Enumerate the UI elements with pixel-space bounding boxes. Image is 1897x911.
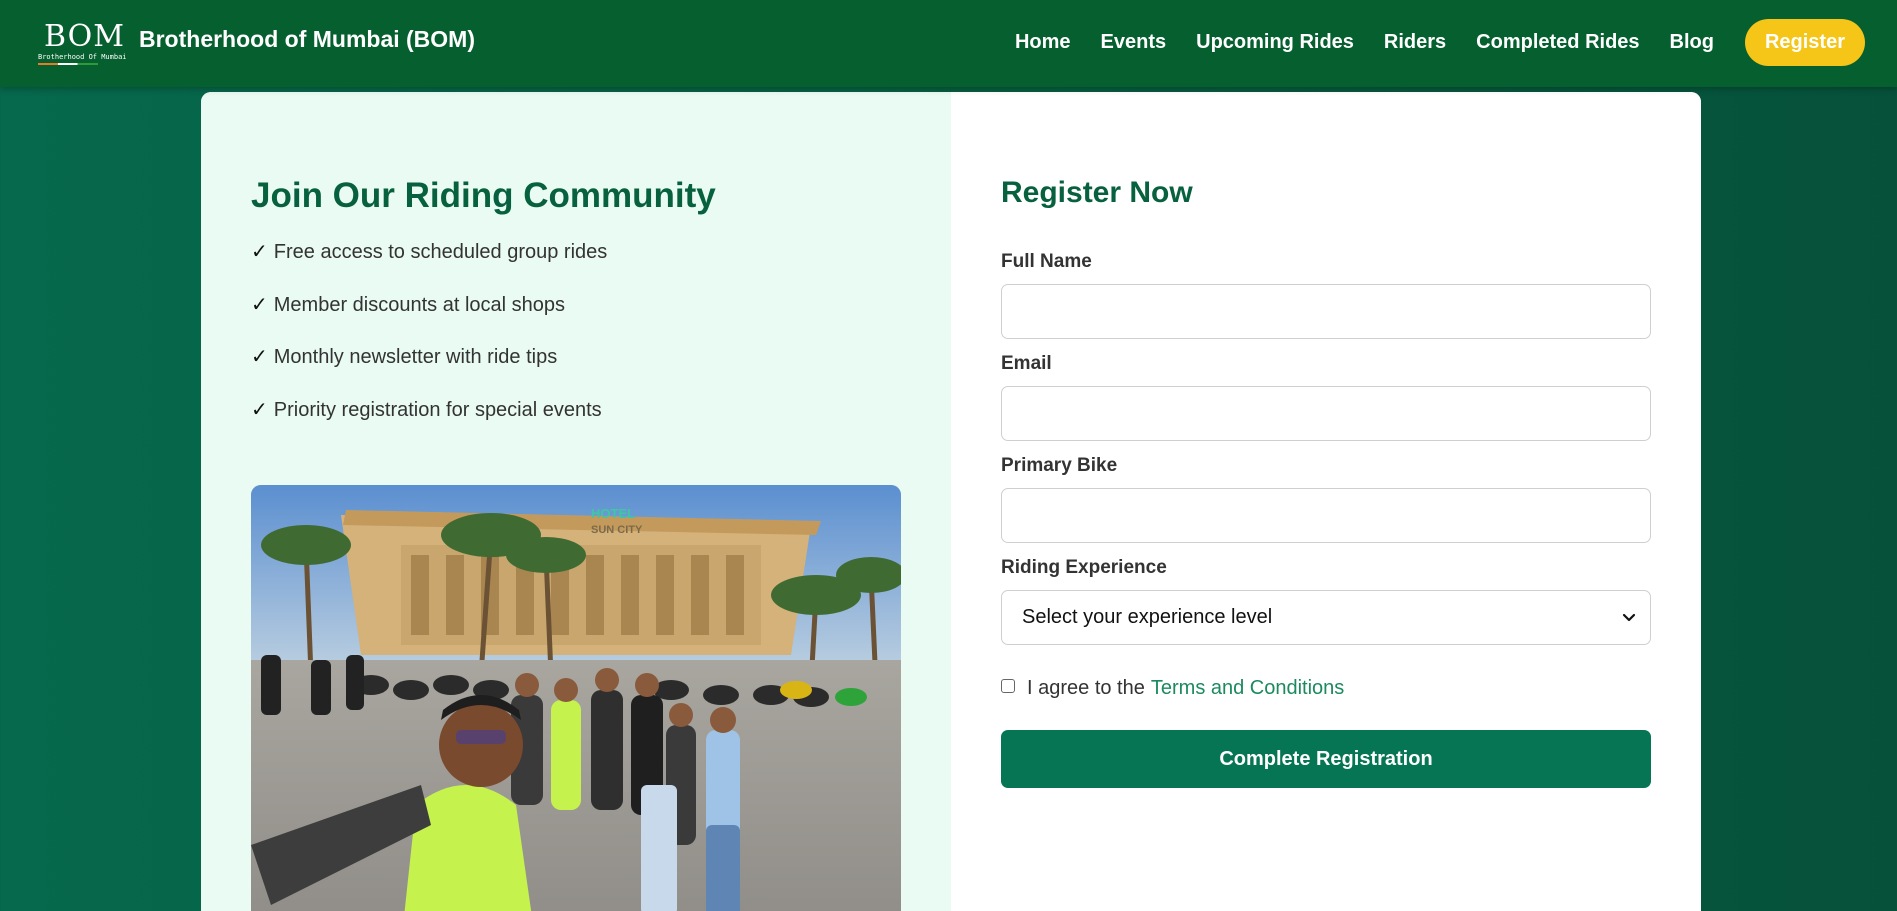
nav-completed-rides[interactable]: Completed Rides bbox=[1476, 31, 1639, 54]
benefit-item: ✓ Monthly newsletter with ride tips bbox=[251, 345, 607, 398]
check-icon: ✓ bbox=[251, 241, 268, 263]
benefit-item: ✓ Member discounts at local shops bbox=[251, 293, 607, 346]
photo-city-sign: SUN CITY bbox=[591, 524, 643, 536]
benefit-text: Priority registration for special events bbox=[273, 398, 602, 421]
logo[interactable]: BOM Brotherhood Of Mumbai bbox=[36, 19, 127, 66]
main-nav: Home Events Upcoming Rides Riders Comple… bbox=[985, 19, 1865, 66]
site-header: BOM Brotherhood Of Mumbai Brotherhood of… bbox=[0, 0, 1897, 87]
registration-card: Join Our Riding Community ✓ Free access t… bbox=[201, 92, 1701, 911]
riding-experience-value: Select your experience level bbox=[1022, 606, 1273, 628]
register-title: Register Now bbox=[1001, 176, 1193, 209]
benefits-list: ✓ Free access to scheduled group rides ✓ M… bbox=[251, 240, 607, 450]
benefit-text: Monthly newsletter with ride tips bbox=[273, 346, 558, 368]
full-name-label: Full Name bbox=[1001, 251, 1092, 272]
nav-upcoming-rides[interactable]: Upcoming Rides bbox=[1196, 31, 1354, 54]
check-icon: ✓ bbox=[251, 346, 268, 368]
check-icon: ✓ bbox=[251, 293, 268, 316]
primary-bike-label: Primary Bike bbox=[1001, 455, 1118, 476]
brand-name[interactable]: Brotherhood of Mumbai (BOM) bbox=[139, 26, 475, 53]
nav-home[interactable]: Home bbox=[1015, 31, 1071, 54]
chevron-down-icon bbox=[1622, 613, 1636, 622]
riding-experience-select[interactable]: Select your experience level bbox=[1001, 590, 1651, 645]
full-name-input[interactable] bbox=[1001, 284, 1651, 339]
benefit-item: ✓ Priority registration for special event… bbox=[251, 398, 607, 451]
agree-text: I agree to the bbox=[1027, 677, 1145, 699]
terms-checkbox[interactable] bbox=[1001, 678, 1015, 693]
nav-riders[interactable]: Riders bbox=[1384, 31, 1446, 54]
benefit-text: Free access to scheduled group rides bbox=[273, 241, 608, 263]
complete-registration-button[interactable]: Complete Registration bbox=[1001, 730, 1651, 788]
email-label: Email bbox=[1001, 353, 1052, 374]
register-form-panel: Register Now Full Name Email Primary Bik… bbox=[951, 92, 1701, 911]
check-icon: ✓ bbox=[251, 398, 268, 421]
benefit-item: ✓ Free access to scheduled group rides bbox=[251, 240, 607, 293]
community-panel: Join Our Riding Community ✓ Free access t… bbox=[201, 92, 951, 911]
photo-hotel-sign: HOTEL bbox=[591, 506, 635, 521]
register-button[interactable]: Register bbox=[1744, 19, 1865, 66]
logo-text: BOM bbox=[44, 19, 125, 54]
terms-link[interactable]: Terms and Conditions bbox=[1151, 677, 1344, 700]
email-input[interactable] bbox=[1001, 386, 1651, 441]
community-title: Join Our Riding Community bbox=[251, 176, 716, 215]
nav-blog[interactable]: Blog bbox=[1670, 31, 1714, 54]
nav-events[interactable]: Events bbox=[1101, 31, 1167, 54]
benefit-text: Member discounts at local shops bbox=[273, 293, 566, 316]
logo-tricolor-bar bbox=[38, 63, 98, 65]
logo-subtext: Brotherhood Of Mumbai bbox=[38, 53, 127, 61]
riding-experience-label: Riding Experience bbox=[1001, 557, 1167, 578]
group-ride-photo: HOTEL SUN CITY bbox=[251, 485, 901, 911]
terms-agreement: I agree to the Terms and Conditions bbox=[1001, 677, 1344, 700]
primary-bike-input[interactable] bbox=[1001, 488, 1651, 543]
